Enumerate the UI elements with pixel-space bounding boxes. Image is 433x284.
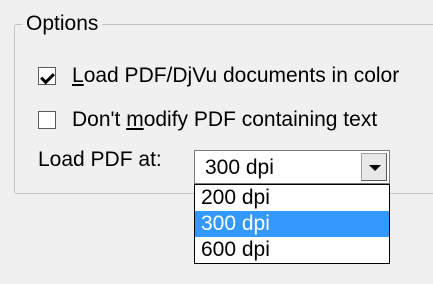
options-group-title: Options — [22, 12, 103, 36]
load-color-checkbox-row[interactable]: Load PDF/DjVu documents in color — [38, 64, 399, 88]
no-modify-checkbox[interactable] — [38, 111, 56, 129]
dpi-option-200[interactable]: 200 dpi — [195, 185, 389, 211]
load-color-checkbox[interactable] — [38, 67, 56, 85]
load-color-accel-key: L — [72, 64, 84, 87]
dpi-select-value[interactable]: 300 dpi — [205, 156, 274, 180]
chevron-down-icon[interactable] — [361, 153, 387, 181]
no-modify-checkbox-row[interactable]: Don't modify PDF containing text — [38, 108, 377, 132]
dpi-dropdown-list: 200 dpi 300 dpi 600 dpi — [194, 184, 390, 264]
load-pdf-dpi-select[interactable]: 300 dpi — [194, 150, 390, 184]
no-modify-accel-key: m — [126, 108, 144, 131]
no-modify-label[interactable]: Don't modify PDF containing text — [72, 108, 377, 132]
load-pdf-at-label: Load PDF at: — [38, 148, 162, 171]
dpi-option-600[interactable]: 600 dpi — [195, 237, 389, 263]
load-color-label[interactable]: Load PDF/DjVu documents in color — [72, 64, 399, 88]
dpi-option-300[interactable]: 300 dpi — [195, 211, 389, 237]
